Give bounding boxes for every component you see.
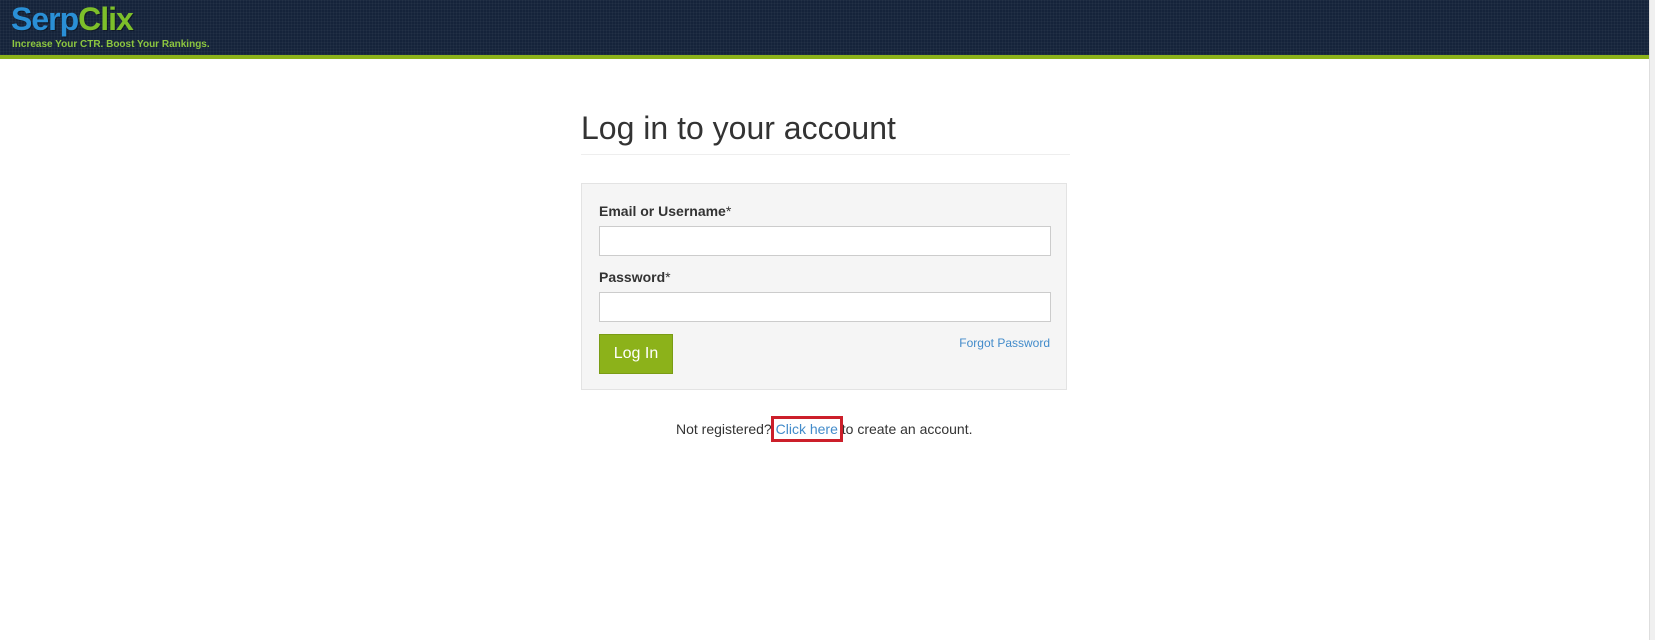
login-button[interactable]: Log In — [599, 334, 673, 374]
password-label-text: Password — [599, 269, 666, 285]
required-mark: * — [725, 203, 732, 219]
login-form: Email or Username* Password* Log In Forg… — [581, 183, 1067, 390]
serpclix-logo[interactable]: SerpClix — [11, 0, 134, 38]
email-label: Email or Username* — [599, 202, 731, 220]
register-prefix-text: Not registered? — [676, 421, 776, 437]
password-label: Password* — [599, 268, 671, 286]
password-input[interactable] — [599, 292, 1051, 322]
register-click-here-link[interactable]: Click here — [770, 416, 843, 442]
logo-text-clix: Clix — [78, 1, 134, 37]
forgot-password-link[interactable]: Forgot Password — [959, 335, 1050, 351]
register-suffix-text: to create an account. — [837, 421, 973, 437]
email-label-text: Email or Username — [599, 203, 726, 219]
site-tagline: Increase Your CTR. Boost Your Rankings. — [12, 39, 210, 50]
logo-text-serp: Serp — [11, 1, 79, 37]
site-header: SerpClix Increase Your CTR. Boost Your R… — [0, 0, 1650, 59]
email-username-input[interactable] — [599, 226, 1051, 256]
register-prompt: Not registered? Click here to create an … — [676, 416, 973, 442]
page: SerpClix Increase Your CTR. Boost Your R… — [0, 0, 1655, 640]
page-title: Log in to your account — [581, 110, 896, 146]
page-scrollbar[interactable] — [1649, 0, 1655, 640]
required-mark: * — [665, 269, 671, 285]
title-divider — [581, 154, 1070, 155]
